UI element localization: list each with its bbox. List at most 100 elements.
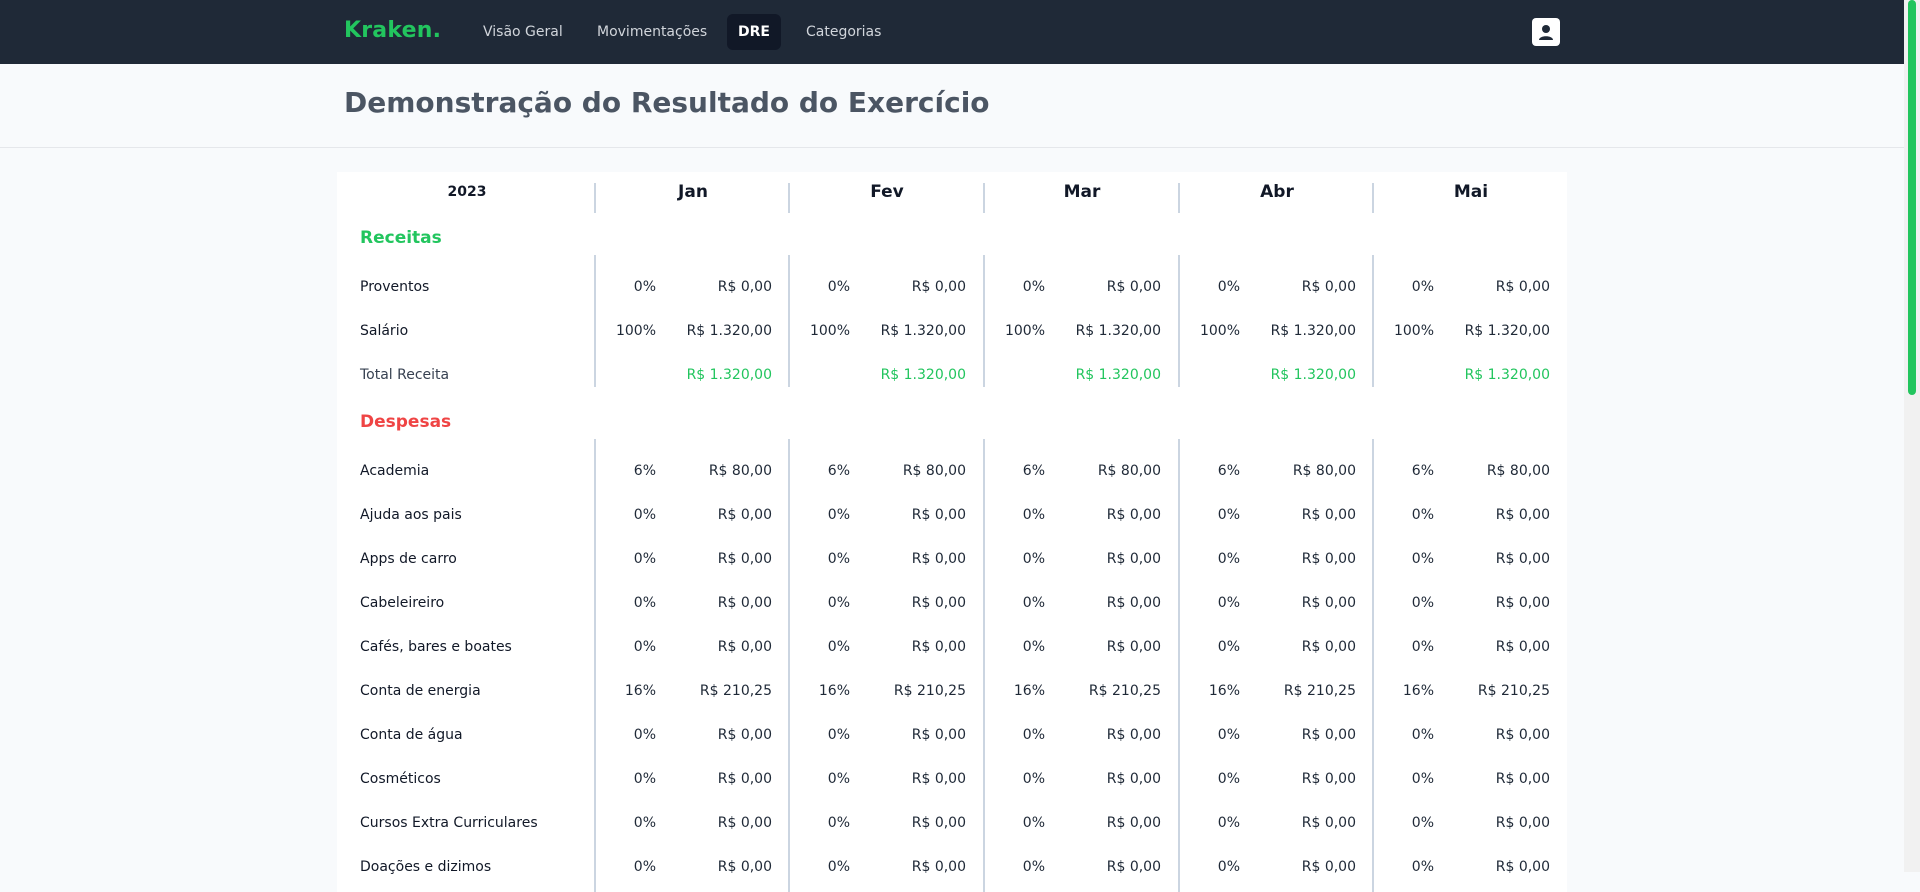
percent-cell: 16% xyxy=(1208,683,1240,699)
percent-cell: 6% xyxy=(633,463,656,479)
value-cell: R$ 80,00 xyxy=(902,463,966,479)
value-cell: R$ 0,00 xyxy=(1495,859,1550,875)
value-cell: R$ 0,00 xyxy=(1495,595,1550,611)
percent-cell: 0% xyxy=(1217,279,1240,295)
value-cell: R$ 80,00 xyxy=(1486,463,1550,479)
month-header-fev: Fev xyxy=(870,182,904,202)
row-label: Conta de água xyxy=(360,727,463,743)
row-label: Ajuda aos pais xyxy=(360,507,462,523)
total-value-cell: R$ 1.320,00 xyxy=(1075,367,1161,383)
row-label: Cabeleireiro xyxy=(360,595,445,611)
value-cell: R$ 0,00 xyxy=(911,507,966,523)
percent-cell: 100% xyxy=(1004,323,1045,339)
column-divider xyxy=(594,183,596,213)
value-cell: R$ 0,00 xyxy=(1106,639,1161,655)
value-cell: R$ 1.320,00 xyxy=(686,323,772,339)
column-divider xyxy=(788,183,790,213)
scrollbar-thumb[interactable] xyxy=(1908,0,1916,395)
total-label: Total Receita xyxy=(360,367,450,383)
nav-link-movimentacoes[interactable]: Movimentações xyxy=(586,14,718,50)
nav-link-visao-geral[interactable]: Visão Geral xyxy=(472,14,574,50)
month-header-mai: Mai xyxy=(1453,182,1489,202)
top-navbar: Kraken. Visão Geral Movimentações DRE Ca… xyxy=(0,0,1904,64)
value-cell: R$ 80,00 xyxy=(1097,463,1161,479)
value-cell: R$ 1.320,00 xyxy=(1075,323,1161,339)
percent-cell: 0% xyxy=(827,815,850,831)
value-cell: R$ 1.320,00 xyxy=(1464,323,1550,339)
percent-cell: 0% xyxy=(827,279,850,295)
value-cell: R$ 210,25 xyxy=(1477,683,1550,699)
month-header-jan: Jan xyxy=(678,182,708,202)
percent-cell: 6% xyxy=(1217,463,1240,479)
value-cell: R$ 0,00 xyxy=(717,507,772,523)
value-cell: R$ 0,00 xyxy=(1495,727,1550,743)
percent-cell: 0% xyxy=(633,771,656,787)
column-divider xyxy=(1372,255,1374,387)
percent-cell: 0% xyxy=(1411,815,1434,831)
total-value-cell: R$ 1.320,00 xyxy=(686,367,772,383)
percent-cell: 0% xyxy=(633,639,656,655)
value-cell: R$ 0,00 xyxy=(1106,771,1161,787)
percent-cell: 0% xyxy=(1022,639,1045,655)
value-cell: R$ 0,00 xyxy=(717,639,772,655)
column-divider xyxy=(594,255,596,387)
column-divider xyxy=(1178,183,1180,213)
value-cell: R$ 80,00 xyxy=(1292,463,1356,479)
column-divider xyxy=(1372,183,1374,213)
column-divider xyxy=(1372,439,1374,892)
percent-cell: 0% xyxy=(827,859,850,875)
percent-cell: 0% xyxy=(1217,727,1240,743)
column-divider xyxy=(788,255,790,387)
value-cell: R$ 210,25 xyxy=(1283,683,1356,699)
page-title: Demonstração do Resultado do Exercício xyxy=(344,86,990,119)
percent-cell: 0% xyxy=(1411,507,1434,523)
percent-cell: 0% xyxy=(1022,859,1045,875)
section-title-receitas: Receitas xyxy=(360,228,442,248)
value-cell: R$ 0,00 xyxy=(1301,507,1356,523)
dre-table: 2023 Jan Fev Mar Abr Mai Receitas Proventos 0% R… xyxy=(337,172,1567,892)
value-cell: R$ 0,00 xyxy=(1495,639,1550,655)
percent-cell: 0% xyxy=(1022,279,1045,295)
row-label: Doações e dizimos xyxy=(360,859,492,875)
percent-cell: 0% xyxy=(1022,815,1045,831)
percent-cell: 0% xyxy=(1411,639,1434,655)
month-header-mar: Mar xyxy=(1063,182,1101,202)
value-cell: R$ 0,00 xyxy=(717,595,772,611)
percent-cell: 0% xyxy=(1411,551,1434,567)
value-cell: R$ 0,00 xyxy=(1301,639,1356,655)
percent-cell: 0% xyxy=(1217,507,1240,523)
value-cell: R$ 0,00 xyxy=(1301,551,1356,567)
value-cell: R$ 0,00 xyxy=(911,727,966,743)
percent-cell: 0% xyxy=(1217,771,1240,787)
value-cell: R$ 0,00 xyxy=(717,279,772,295)
page-header: Demonstração do Resultado do Exercício xyxy=(0,64,1904,148)
nav-link-dre[interactable]: DRE xyxy=(727,14,781,50)
value-cell: R$ 0,00 xyxy=(1495,551,1550,567)
percent-cell: 0% xyxy=(1411,771,1434,787)
nav-link-categorias[interactable]: Categorias xyxy=(795,14,892,50)
column-divider xyxy=(983,255,985,387)
value-cell: R$ 0,00 xyxy=(717,859,772,875)
percent-cell: 6% xyxy=(1411,463,1434,479)
month-header-abr: Abr xyxy=(1260,182,1294,202)
percent-cell: 100% xyxy=(809,323,850,339)
percent-cell: 16% xyxy=(1402,683,1434,699)
user-menu-button[interactable] xyxy=(1532,18,1560,46)
value-cell: R$ 0,00 xyxy=(1495,815,1550,831)
percent-cell: 0% xyxy=(827,551,850,567)
percent-cell: 0% xyxy=(1022,551,1045,567)
section-title-despesas: Despesas xyxy=(360,412,452,432)
total-value-cell: R$ 1.320,00 xyxy=(1270,367,1356,383)
value-cell: R$ 0,00 xyxy=(1495,279,1550,295)
value-cell: R$ 0,00 xyxy=(717,551,772,567)
value-cell: R$ 0,00 xyxy=(911,595,966,611)
value-cell: R$ 0,00 xyxy=(1106,279,1161,295)
percent-cell: 0% xyxy=(633,507,656,523)
total-value-cell: R$ 1.320,00 xyxy=(1464,367,1550,383)
column-divider xyxy=(983,439,985,892)
value-cell: R$ 0,00 xyxy=(911,771,966,787)
percent-cell: 16% xyxy=(1013,683,1045,699)
value-cell: R$ 0,00 xyxy=(717,815,772,831)
percent-cell: 0% xyxy=(633,859,656,875)
logo[interactable]: Kraken. xyxy=(344,18,441,43)
